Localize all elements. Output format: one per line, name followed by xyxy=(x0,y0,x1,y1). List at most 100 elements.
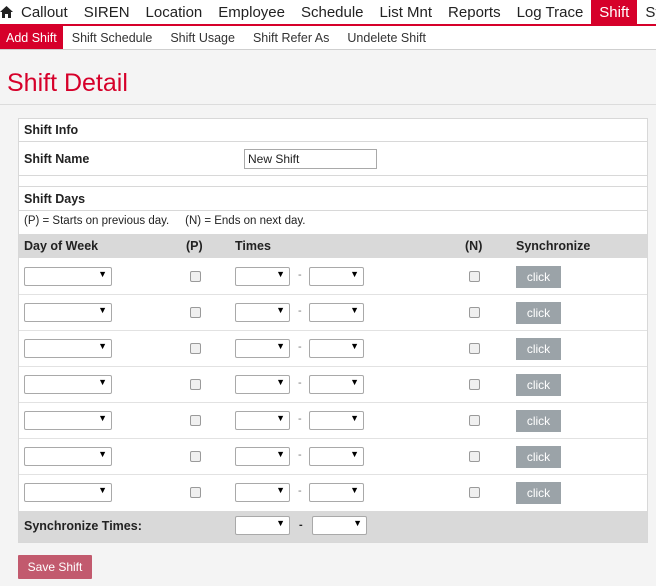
chevron-down-icon: ▼ xyxy=(353,518,362,528)
synchronize-click-button[interactable]: click xyxy=(516,446,561,468)
day-of-week-select[interactable]: ▼ xyxy=(24,447,112,466)
start-time-select[interactable]: ▼ xyxy=(235,339,290,358)
home-icon xyxy=(0,6,13,18)
shift-info-heading: Shift Info xyxy=(24,123,79,137)
day-of-week-select[interactable]: ▼ xyxy=(24,339,112,358)
chevron-down-icon: ▼ xyxy=(98,485,107,495)
save-shift-button[interactable]: Save Shift xyxy=(18,555,92,579)
previous-day-checkbox[interactable] xyxy=(190,487,201,498)
col-n: (N) xyxy=(465,239,483,253)
col-times: Times xyxy=(235,239,271,253)
shift-day-row: ▼ ▼ - ▼ click xyxy=(19,367,647,403)
previous-day-checkbox[interactable] xyxy=(190,415,201,426)
sync-time-separator: - xyxy=(299,519,303,531)
day-of-week-select[interactable]: ▼ xyxy=(24,375,112,394)
chevron-down-icon: ▼ xyxy=(98,413,107,423)
nav-item-reports[interactable]: Reports xyxy=(440,0,509,24)
nav-item-schedule[interactable]: Schedule xyxy=(293,0,372,24)
synchronize-click-button[interactable]: click xyxy=(516,338,561,360)
subnav-add-shift[interactable]: Add Shift xyxy=(0,26,63,49)
start-time-select[interactable]: ▼ xyxy=(235,267,290,286)
next-day-checkbox[interactable] xyxy=(469,307,480,318)
next-day-checkbox[interactable] xyxy=(469,379,480,390)
day-of-week-select[interactable]: ▼ xyxy=(24,303,112,322)
nav-item-log-trace[interactable]: Log Trace xyxy=(509,0,592,24)
next-day-checkbox[interactable] xyxy=(469,451,480,462)
day-of-week-select[interactable]: ▼ xyxy=(24,483,112,502)
start-time-select[interactable]: ▼ xyxy=(235,375,290,394)
previous-day-checkbox[interactable] xyxy=(190,307,201,318)
time-separator: - xyxy=(298,485,302,497)
nav-item-shift[interactable]: Shift xyxy=(591,0,638,24)
chevron-down-icon: ▼ xyxy=(350,413,359,423)
shift-day-row: ▼ ▼ - ▼ click xyxy=(19,331,647,367)
end-time-select[interactable]: ▼ xyxy=(309,411,364,430)
day-of-week-select[interactable]: ▼ xyxy=(24,267,112,286)
chevron-down-icon: ▼ xyxy=(276,269,285,279)
shift-detail-panel: Shift Info Shift Name New Shift Shift Da… xyxy=(18,118,648,543)
next-day-checkbox[interactable] xyxy=(469,487,480,498)
previous-day-checkbox[interactable] xyxy=(190,451,201,462)
page-title: Shift Detail xyxy=(7,69,128,97)
time-separator: - xyxy=(298,377,302,389)
chevron-down-icon: ▼ xyxy=(98,449,107,459)
previous-day-checkbox[interactable] xyxy=(190,271,201,282)
next-day-checkbox[interactable] xyxy=(469,271,480,282)
shift-day-row: ▼ ▼ - ▼ click xyxy=(19,475,647,511)
sync-end-time-select[interactable]: ▼ xyxy=(312,516,367,535)
nav-item-employee[interactable]: Employee xyxy=(210,0,293,24)
subnav-shift-schedule[interactable]: Shift Schedule xyxy=(63,26,162,49)
home-button[interactable] xyxy=(0,0,13,24)
chevron-down-icon: ▼ xyxy=(276,305,285,315)
chevron-down-icon: ▼ xyxy=(98,341,107,351)
end-time-select[interactable]: ▼ xyxy=(309,303,364,322)
subnav-undelete-shift[interactable]: Undelete Shift xyxy=(338,26,435,49)
next-day-checkbox[interactable] xyxy=(469,343,480,354)
nav-item-callout[interactable]: Callout xyxy=(13,0,76,24)
sync-start-time-select[interactable]: ▼ xyxy=(235,516,290,535)
synchronize-click-button[interactable]: click xyxy=(516,410,561,432)
synchronize-times-row: Synchronize Times: ▼ - ▼ xyxy=(19,511,647,542)
chevron-down-icon: ▼ xyxy=(276,341,285,351)
synchronize-click-button[interactable]: click xyxy=(516,266,561,288)
chevron-down-icon: ▼ xyxy=(350,269,359,279)
nav-item-location[interactable]: Location xyxy=(138,0,211,24)
nav-item-sys-admin[interactable]: Sys Ac xyxy=(637,0,656,24)
chevron-down-icon: ▼ xyxy=(276,485,285,495)
col-day-of-week: Day of Week xyxy=(24,239,99,253)
start-time-select[interactable]: ▼ xyxy=(235,303,290,322)
end-time-select[interactable]: ▼ xyxy=(309,339,364,358)
previous-day-checkbox[interactable] xyxy=(190,343,201,354)
shift-name-input[interactable]: New Shift xyxy=(244,149,377,169)
shift-name-label: Shift Name xyxy=(24,152,90,166)
chevron-down-icon: ▼ xyxy=(350,305,359,315)
chevron-down-icon: ▼ xyxy=(98,377,107,387)
start-time-select[interactable]: ▼ xyxy=(235,447,290,466)
synchronize-click-button[interactable]: click xyxy=(516,302,561,324)
start-time-select[interactable]: ▼ xyxy=(235,411,290,430)
shift-days-note: (P) = Starts on previous day. (N) = Ends… xyxy=(24,215,306,227)
shift-day-row: ▼ ▼ - ▼ click xyxy=(19,403,647,439)
time-separator: - xyxy=(298,341,302,353)
subnav-shift-usage[interactable]: Shift Usage xyxy=(161,26,244,49)
chevron-down-icon: ▼ xyxy=(276,377,285,387)
synchronize-click-button[interactable]: click xyxy=(516,482,561,504)
end-time-select[interactable]: ▼ xyxy=(309,447,364,466)
end-time-select[interactable]: ▼ xyxy=(309,483,364,502)
chevron-down-icon: ▼ xyxy=(276,518,285,528)
nav-item-siren[interactable]: SIREN xyxy=(76,0,138,24)
end-time-select[interactable]: ▼ xyxy=(309,267,364,286)
chevron-down-icon: ▼ xyxy=(98,269,107,279)
end-time-select[interactable]: ▼ xyxy=(309,375,364,394)
shift-day-row: ▼ ▼ - ▼ click xyxy=(19,259,647,295)
start-time-select[interactable]: ▼ xyxy=(235,483,290,502)
day-of-week-select[interactable]: ▼ xyxy=(24,411,112,430)
nav-item-list-mnt[interactable]: List Mnt xyxy=(372,0,441,24)
chevron-down-icon: ▼ xyxy=(350,449,359,459)
synchronize-click-button[interactable]: click xyxy=(516,374,561,396)
subnav-shift-refer-as[interactable]: Shift Refer As xyxy=(244,26,338,49)
shift-days-header: Shift Days xyxy=(19,186,647,211)
shift-name-row: Shift Name New Shift xyxy=(19,142,647,176)
next-day-checkbox[interactable] xyxy=(469,415,480,426)
previous-day-checkbox[interactable] xyxy=(190,379,201,390)
